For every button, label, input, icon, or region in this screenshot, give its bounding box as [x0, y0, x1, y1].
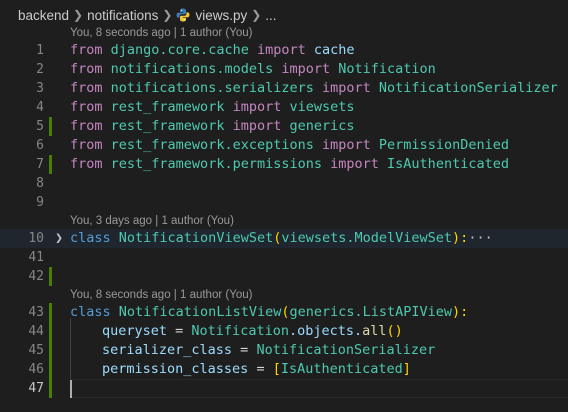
code-line: 7 from rest_framework.permissions import…: [0, 155, 568, 174]
line-number: 41: [28, 250, 44, 265]
code-line: 1 from django.core.cache import cache: [0, 41, 568, 60]
code-line: 8: [0, 174, 568, 193]
code-line: 3 from notifications.serializers import …: [0, 79, 568, 98]
code-line: 43 class NotificationListView(generics.L…: [0, 303, 568, 322]
code-line: 5 from rest_framework import generics: [0, 117, 568, 136]
git-added-marker[interactable]: [49, 117, 52, 136]
line-content: queryset = Notification.objects.all(): [102, 323, 403, 339]
breadcrumb-item-backend[interactable]: backend: [18, 8, 69, 23]
code-line: 46 permission_classes = [IsAuthenticated…: [0, 360, 568, 379]
chevron-right-icon: ❯: [162, 8, 173, 22]
line-number: 10: [28, 231, 44, 246]
line-content: permission_classes = [IsAuthenticated]: [102, 361, 411, 377]
code-line: 4 from rest_framework import viewsets: [0, 98, 568, 117]
code-line: 42: [0, 267, 568, 286]
code-line-folded: 10 ❯ class NotificationViewSet(viewsets.…: [0, 229, 568, 248]
line-content: from rest_framework import viewsets: [70, 99, 355, 115]
breadcrumb-item-notifications[interactable]: notifications: [87, 8, 158, 23]
line-number: 7: [36, 157, 44, 172]
line-number: 9: [36, 195, 44, 210]
git-added-marker[interactable]: [49, 379, 52, 398]
git-added-marker[interactable]: [49, 341, 52, 360]
python-icon: [176, 8, 190, 22]
line-number: 45: [28, 343, 44, 358]
git-added-marker[interactable]: [49, 322, 52, 341]
line-content: class NotificationListView(generics.List…: [70, 304, 469, 320]
line-content: from django.core.cache import cache: [70, 42, 355, 58]
line-number: 47: [28, 381, 44, 396]
folded-ellipsis[interactable]: ···: [468, 230, 492, 246]
git-added-marker[interactable]: [49, 267, 52, 286]
code-line-active: 47: [0, 379, 568, 398]
code-line: 2 from notifications.models import Notif…: [0, 60, 568, 79]
git-added-marker[interactable]: [49, 360, 52, 379]
line-content: from notifications.serializers import No…: [70, 80, 558, 96]
line-number: 1: [36, 43, 44, 58]
code-line: 41: [0, 248, 568, 267]
code-line: 45 serializer_class = NotificationSerial…: [0, 341, 568, 360]
line-content: serializer_class = NotificationSerialize…: [102, 342, 436, 358]
code-line: 44 queryset = Notification.objects.all(): [0, 322, 568, 341]
text-cursor: [70, 380, 72, 398]
breadcrumb-item-more[interactable]: ...: [265, 8, 276, 23]
line-number: 4: [36, 100, 44, 115]
line-number: 8: [36, 176, 44, 191]
git-added-marker[interactable]: [49, 155, 52, 174]
code-editor[interactable]: You, 8 seconds ago | 1 author (You) 1 fr…: [0, 24, 568, 412]
line-content: class NotificationViewSet(viewsets.Model…: [70, 230, 493, 246]
breadcrumb-item-file[interactable]: views.py: [195, 8, 247, 23]
line-number: 2: [36, 62, 44, 77]
line-number: 43: [28, 305, 44, 320]
git-added-marker[interactable]: [49, 303, 52, 322]
line-content: from rest_framework.exceptions import Pe…: [70, 137, 509, 153]
code-line: 9: [0, 193, 568, 212]
code-line: 6 from rest_framework.exceptions import …: [0, 136, 568, 155]
line-number: 6: [36, 138, 44, 153]
line-content: from rest_framework import generics: [70, 118, 355, 134]
line-number: 46: [28, 362, 44, 377]
chevron-right-icon: ❯: [251, 8, 262, 22]
line-number: 44: [28, 324, 44, 339]
line-number: 42: [28, 269, 44, 284]
line-content: from rest_framework.permissions import I…: [70, 156, 509, 172]
line-number: 5: [36, 119, 44, 134]
line-number: 3: [36, 81, 44, 96]
line-content: from notifications.models import Notific…: [70, 61, 436, 77]
chevron-right-icon: ❯: [73, 8, 84, 22]
chevron-right-icon[interactable]: ❯: [53, 229, 65, 248]
